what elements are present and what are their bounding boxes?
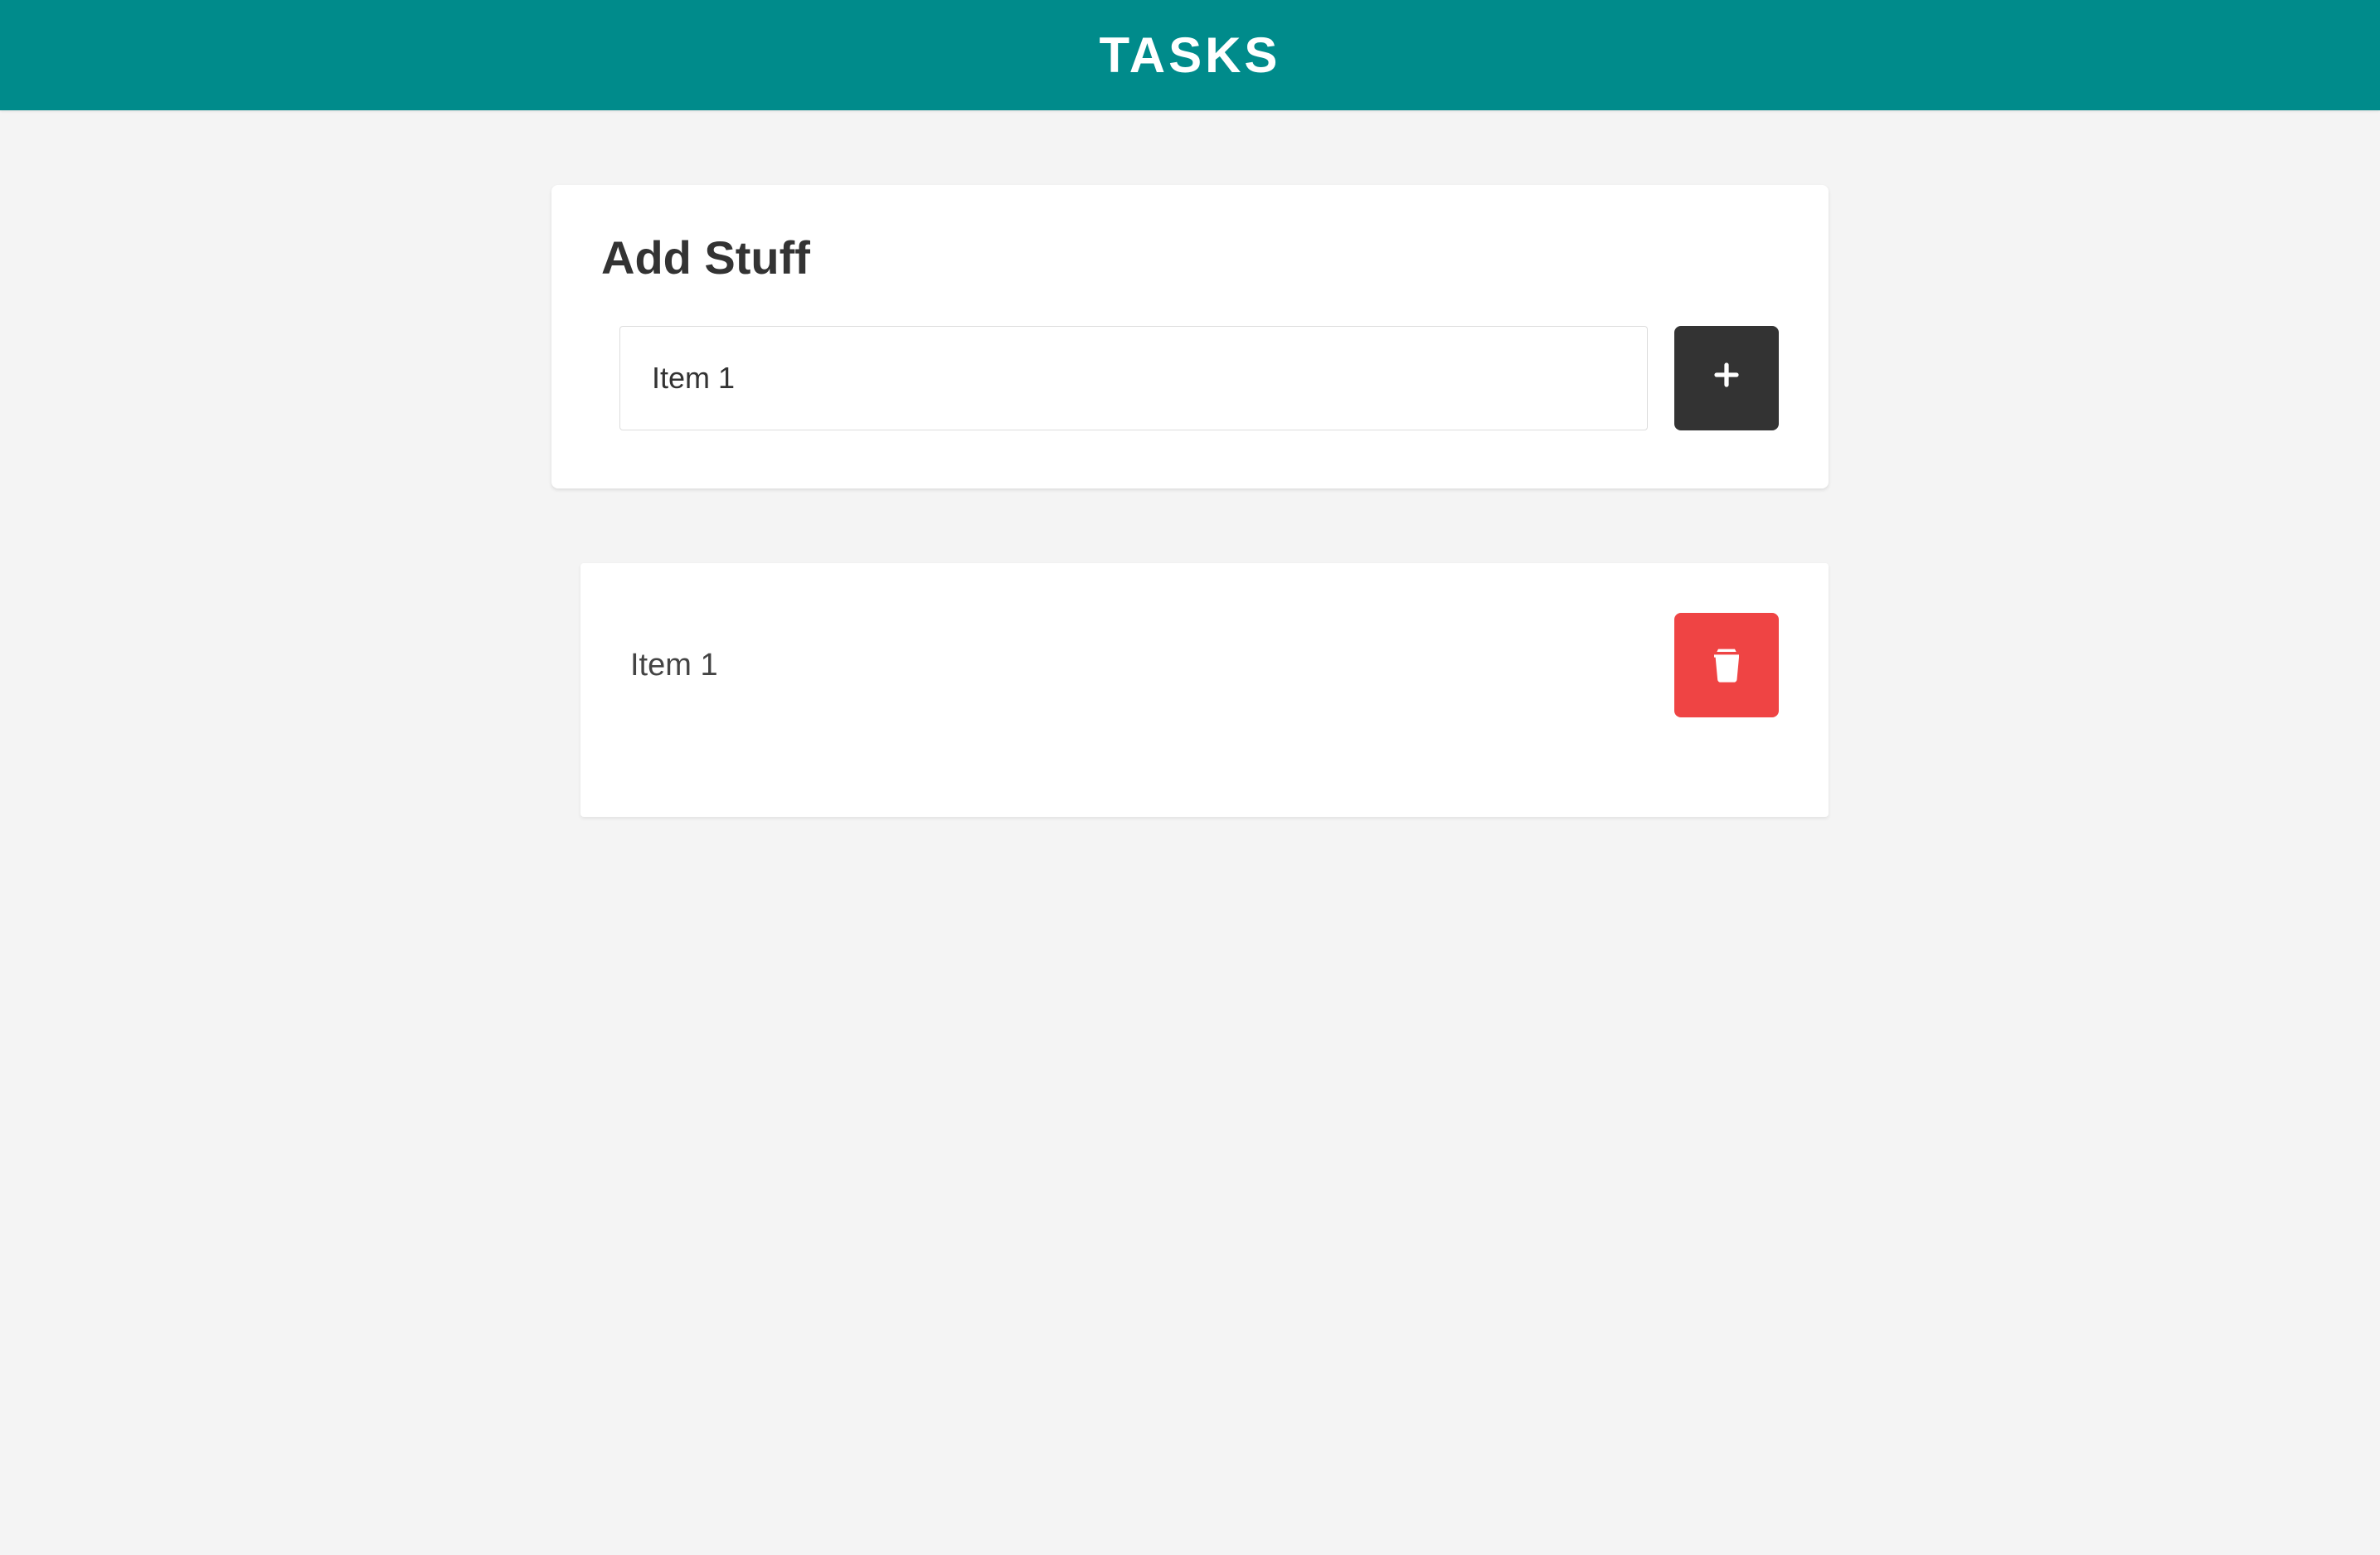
task-list-card: Item 1 (580, 563, 1829, 817)
add-task-row (601, 326, 1779, 430)
trash-icon (1710, 646, 1743, 685)
add-button[interactable] (1674, 326, 1779, 430)
add-task-heading: Add Stuff (601, 231, 1779, 284)
plus-icon (1712, 357, 1741, 399)
delete-button[interactable] (1674, 613, 1779, 717)
main-container: Add Stuff Item 1 (518, 110, 1862, 892)
page-title: TASKS (0, 27, 2380, 84)
list-item: Item 1 (630, 613, 1779, 717)
list-item-label: Item 1 (630, 648, 718, 683)
app-header: TASKS (0, 0, 2380, 110)
task-input[interactable] (619, 326, 1648, 430)
add-task-card: Add Stuff (551, 185, 1829, 488)
